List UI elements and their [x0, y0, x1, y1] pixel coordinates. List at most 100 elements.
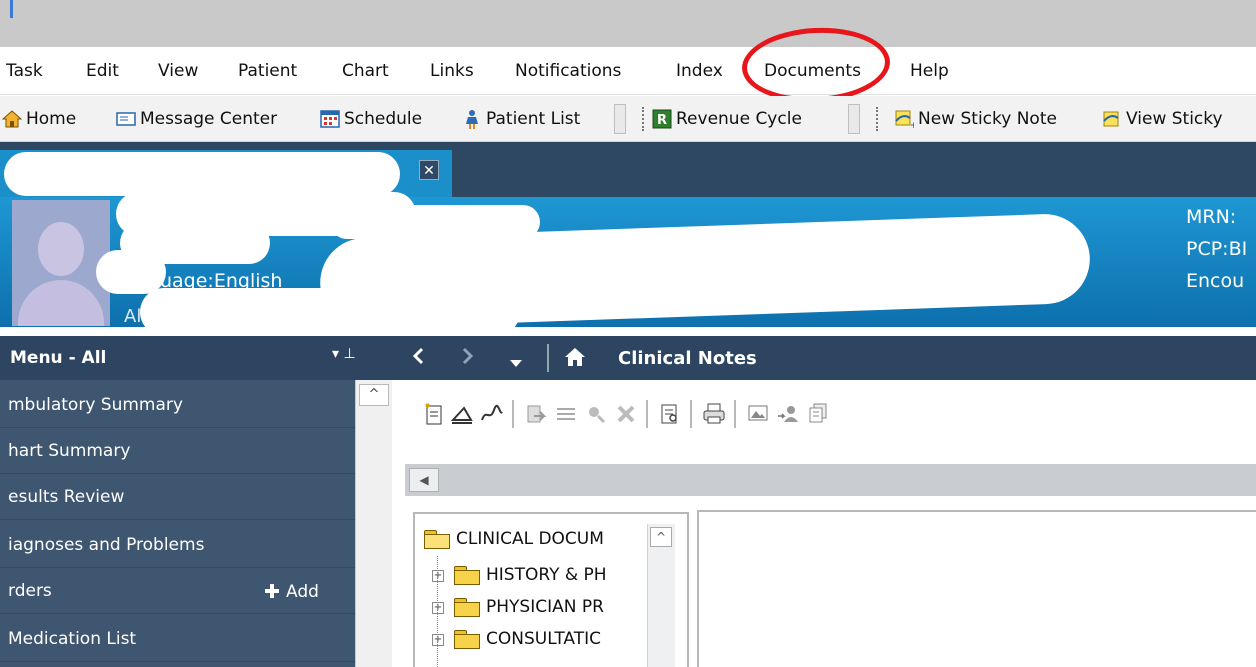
delete-icon[interactable] — [614, 402, 638, 426]
schedule-button[interactable]: Schedule — [320, 106, 422, 132]
signature-icon[interactable] — [480, 402, 504, 426]
scroll-up-icon[interactable]: ^ — [359, 384, 389, 406]
tree-item-history-physical[interactable]: HISTORY & PH — [454, 560, 607, 590]
pin-icon[interactable]: ▾ ⊥ — [332, 346, 356, 362]
sidebar-item-diagnoses[interactable]: iagnoses and Problems — [0, 522, 355, 568]
menu-chart[interactable]: Chart — [342, 61, 389, 81]
forward-arrow-icon[interactable] — [462, 347, 474, 370]
banner-encounter: Encou — [1186, 270, 1245, 292]
forward-note-icon[interactable] — [524, 402, 548, 426]
expand-plus-icon[interactable]: + — [432, 634, 444, 646]
banner-mrn: MRN: — [1186, 206, 1237, 228]
svg-text:R: R — [657, 113, 667, 128]
menu-notifications[interactable]: Notifications — [515, 61, 621, 81]
note-editor-panel[interactable] — [697, 510, 1256, 667]
tree-item-label: CONSULTATIC — [486, 629, 601, 649]
scroll-up-icon[interactable]: ^ — [650, 527, 672, 547]
folder-icon — [454, 598, 480, 617]
tree-item-physician-progress[interactable]: PHYSICIAN PR — [454, 592, 604, 622]
person-icon — [462, 109, 482, 129]
toolbar-divider — [512, 400, 514, 428]
revenue-cycle-button[interactable]: R Revenue Cycle — [652, 106, 802, 132]
sidebar-item-label: esults Review — [8, 487, 125, 507]
text-lines-icon[interactable] — [554, 402, 578, 426]
home-icon — [1, 109, 23, 129]
tree-connector — [437, 556, 438, 667]
documents-stack-icon[interactable] — [806, 402, 830, 426]
toolbar-overflow-chevron[interactable] — [614, 104, 626, 134]
horizontal-scrollbar[interactable]: ◀ — [405, 464, 1256, 496]
banner-partial-text: Al — [124, 306, 142, 327]
tree-scrollbar[interactable]: ^ — [647, 524, 675, 667]
new-sticky-note-label: New Sticky Note — [918, 109, 1057, 129]
menu-task[interactable]: Task — [6, 61, 43, 81]
sticky-note-add-icon: + — [894, 109, 918, 131]
revenue-cycle-icon: R — [652, 109, 672, 129]
close-icon[interactable]: ✕ — [419, 160, 439, 180]
svg-text:+: + — [910, 121, 914, 129]
sidebar-scrollbar[interactable]: ^ — [355, 380, 392, 667]
sidebar-item-label: rders — [8, 581, 52, 601]
message-center-button[interactable]: Message Center — [116, 106, 277, 132]
print-icon[interactable] — [702, 402, 726, 426]
menu-bar: Task Edit View Patient Chart Links Notif… — [0, 47, 1256, 95]
calendar-icon — [320, 109, 340, 129]
image-icon[interactable] — [746, 402, 770, 426]
tree-item-label: PHYSICIAN PR — [486, 597, 604, 617]
menu-links[interactable]: Links — [430, 61, 474, 81]
main-toolbar: Home Message Center Schedule Patient Lis… — [0, 96, 1256, 142]
page-title: Clinical Notes — [618, 348, 757, 369]
tree-item-clinical-documents[interactable]: CLINICAL DOCUM — [424, 524, 604, 554]
new-sticky-note-button[interactable]: + New Sticky Note — [894, 106, 1057, 132]
sidebar-item-label: iagnoses and Problems — [8, 535, 205, 555]
sign-icon[interactable] — [450, 402, 474, 426]
folder-open-icon — [424, 530, 450, 549]
expand-plus-icon[interactable]: + — [432, 602, 444, 614]
add-label: Add — [286, 582, 319, 602]
sidebar-item-label: Medication List — [8, 629, 137, 649]
view-sticky-button[interactable]: View Sticky — [1102, 106, 1223, 132]
sidebar-title: Menu - All — [10, 348, 107, 368]
patient-list-button[interactable]: Patient List — [462, 106, 580, 132]
add-orders-button[interactable]: Add — [264, 582, 319, 602]
chevron-down-icon[interactable] — [510, 353, 522, 373]
sidebar-item-ambulatory-summary[interactable]: mbulatory Summary — [0, 382, 355, 428]
document-preview-icon[interactable] — [658, 402, 682, 426]
expand-plus-icon[interactable]: + — [432, 570, 444, 582]
home-button[interactable]: Home — [1, 106, 76, 132]
schedule-label: Schedule — [344, 109, 423, 129]
menu-index[interactable]: Index — [676, 61, 723, 81]
sidebar: mbulatory Summary hart Summary esults Re… — [0, 380, 392, 667]
folder-icon — [454, 630, 480, 649]
toolbar-overflow-chevron-2[interactable] — [848, 104, 860, 134]
menu-patient[interactable]: Patient — [238, 61, 297, 81]
sidebar-item-label: hart Summary — [8, 441, 131, 461]
toolbar-grip[interactable] — [642, 107, 645, 131]
sticky-note-view-icon — [1102, 109, 1122, 129]
sidebar-item-results-review[interactable]: esults Review — [0, 474, 355, 520]
scroll-left-icon[interactable]: ◀ — [409, 468, 439, 492]
sidebar-item-chart-summary[interactable]: hart Summary — [0, 428, 355, 474]
home-icon[interactable] — [564, 347, 586, 372]
content-nav-bar: Clinical Notes — [392, 336, 1256, 380]
sidebar-item-medication-list[interactable]: Medication List — [0, 616, 355, 662]
toolbar-divider — [690, 400, 692, 428]
toolbar-divider — [734, 400, 736, 428]
tree-item-consultation[interactable]: CONSULTATIC — [454, 624, 601, 654]
message-center-label: Message Center — [140, 109, 278, 129]
back-arrow-icon[interactable] — [412, 347, 424, 370]
avatar — [12, 200, 110, 326]
menu-help[interactable]: Help — [910, 61, 949, 81]
banner-pcp: PCP:BI — [1186, 238, 1248, 260]
toolbar-grip-2[interactable] — [876, 107, 879, 131]
new-note-icon[interactable] — [422, 402, 446, 426]
search-icon[interactable] — [584, 402, 608, 426]
menu-edit[interactable]: Edit — [86, 61, 119, 81]
folder-icon — [454, 566, 480, 585]
attach-user-icon[interactable] — [776, 402, 800, 426]
menu-view[interactable]: View — [158, 61, 198, 81]
sidebar-header: Menu - All ▾ ⊥ — [0, 336, 392, 380]
redaction-left-blob — [96, 250, 166, 294]
redaction-lower — [140, 288, 520, 336]
sidebar-item-label: mbulatory Summary — [8, 395, 183, 415]
